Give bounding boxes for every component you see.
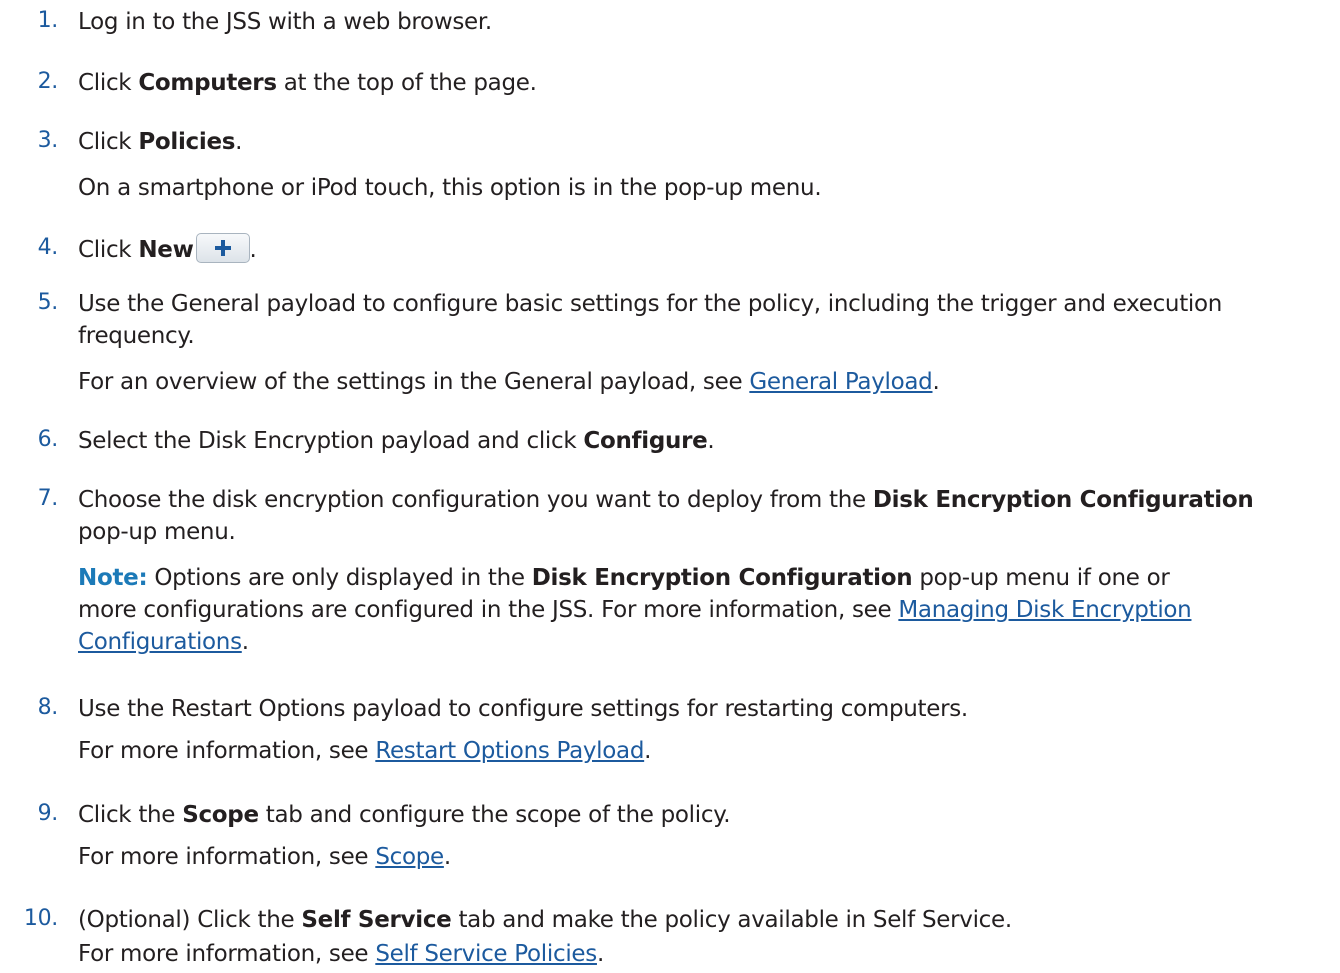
step-number: 8. [37, 695, 59, 720]
ui-term: Computers [138, 70, 277, 96]
text: . [249, 237, 257, 263]
plus-icon [214, 240, 231, 256]
step-text: Select the Disk Encryption payload and c… [78, 425, 1340, 457]
ui-term: Self Service [301, 907, 452, 933]
text: For an overview of the settings in the G… [78, 369, 750, 395]
text: . [644, 738, 652, 764]
note: Note: Options are only displayed in the … [78, 562, 1340, 594]
step-text: Click Policies. [78, 126, 1340, 158]
self-service-policies-link[interactable]: Self Service Policies [375, 941, 597, 967]
step-subtext: For more information, see Restart Option… [78, 735, 1340, 767]
step-text-line-2: pop-up menu. [78, 519, 236, 545]
note-line-2: more configurations are configured in th… [78, 594, 1340, 626]
text: Click the [78, 802, 183, 828]
step-number: 1. [37, 8, 59, 33]
ui-term: New [138, 237, 194, 263]
text: (Optional) Click the [78, 907, 302, 933]
step-text: Click New. [78, 233, 1340, 266]
text: Click [78, 70, 139, 96]
text: more configurations are configured in th… [78, 597, 899, 623]
step-number: 10. [23, 906, 58, 931]
text: Select the Disk Encryption payload and c… [78, 428, 584, 454]
ui-term: Disk Encryption Configuration [531, 565, 913, 591]
step-text-line-1: Use the General payload to configure bas… [78, 291, 1223, 317]
text: For more information, see [78, 844, 376, 870]
step-subtext: For an overview of the settings in the G… [78, 366, 1340, 398]
text: For more information, see [78, 738, 376, 764]
ui-term: Scope [182, 802, 259, 828]
ui-term: Disk Encryption Configuration [872, 487, 1254, 513]
new-button[interactable] [195, 233, 250, 263]
step-number: 9. [37, 801, 59, 826]
ui-term: Policies [138, 129, 236, 155]
ui-term: Configure [583, 428, 708, 454]
text: . [596, 941, 604, 967]
step-number: 5. [37, 290, 59, 315]
text: . [235, 129, 243, 155]
text: tab and make the policy available in Sel… [451, 907, 1012, 933]
note-label: Note: [78, 565, 148, 591]
note-line-3: Configurations. [78, 626, 1340, 658]
text: Choose the disk encryption configuration… [78, 487, 873, 513]
restart-options-payload-link[interactable]: Restart Options Payload [375, 738, 644, 764]
step-text: Use the Restart Options payload to confi… [78, 696, 968, 722]
text: . [241, 629, 249, 655]
step-subtext: On a smartphone or iPod touch, this opti… [78, 175, 822, 201]
step-number: 3. [37, 128, 59, 153]
step-text: (Optional) Click the Self Service tab an… [78, 904, 1340, 936]
text: Click [78, 237, 139, 263]
managing-disk-encryption-link-cont[interactable]: Configurations [78, 629, 242, 655]
step-subtext: For more information, see Scope. [78, 841, 1340, 873]
step-number: 2. [37, 69, 59, 94]
step-number: 7. [37, 486, 59, 511]
scope-link[interactable]: Scope [375, 844, 444, 870]
step-text-line-1: Choose the disk encryption configuration… [78, 484, 1340, 516]
text: . [707, 428, 715, 454]
text: tab and configure the scope of the polic… [258, 802, 731, 828]
step-text-line-2: frequency. [78, 323, 195, 349]
step-text: Log in to the JSS with a web browser. [78, 9, 492, 35]
step-number: 6. [37, 427, 59, 452]
text: For more information, see [78, 941, 376, 967]
text: Click [78, 129, 139, 155]
step-text: Click the Scope tab and configure the sc… [78, 799, 1340, 831]
text: at the top of the page. [276, 70, 537, 96]
text: . [932, 369, 940, 395]
text: Options are only displayed in the [147, 565, 532, 591]
step-text: Click Computers at the top of the page. [78, 67, 1340, 99]
managing-disk-encryption-link[interactable]: Managing Disk Encryption [898, 597, 1191, 623]
text: pop-up menu if one or [912, 565, 1170, 591]
text: . [443, 844, 451, 870]
step-number: 4. [37, 235, 59, 260]
step-subtext: For more information, see Self Service P… [78, 938, 1340, 970]
general-payload-link[interactable]: General Payload [749, 369, 932, 395]
